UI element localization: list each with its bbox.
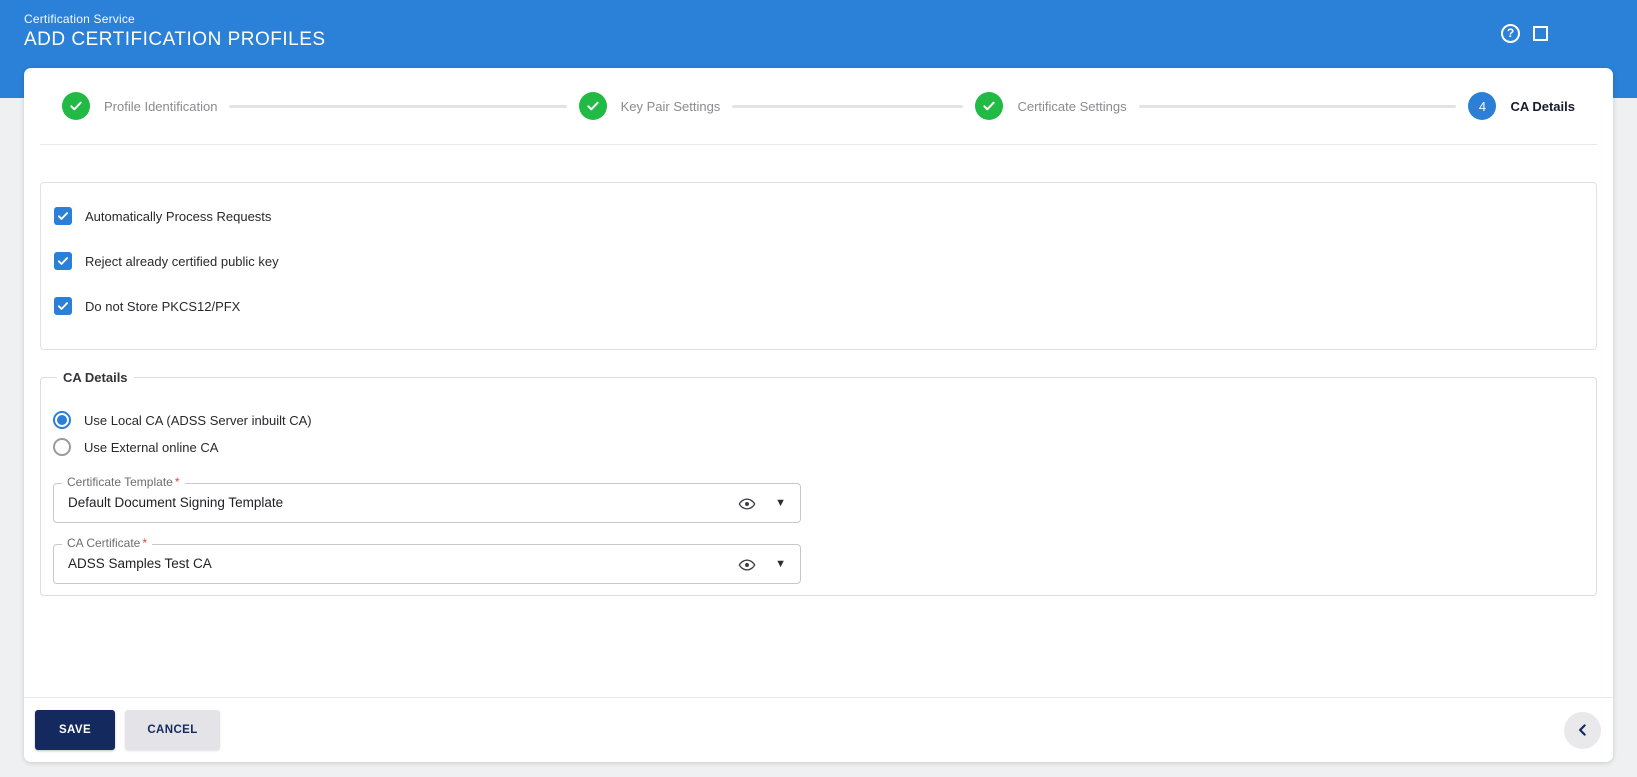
checkbox-reject-certified-key[interactable]: Reject already certified public key: [54, 252, 279, 270]
check-icon: [578, 92, 607, 120]
step-connector: [732, 104, 964, 108]
service-title: Certification Service: [24, 12, 135, 26]
header-actions: ?: [1501, 24, 1548, 43]
checkbox-no-store-pkcs12[interactable]: Do not Store PKCS12/PFX: [54, 297, 240, 315]
step-number-badge: 4: [1468, 92, 1497, 120]
step-label: CA Details: [1510, 98, 1575, 114]
radio-local-ca[interactable]: Use Local CA (ADSS Server inbuilt CA): [53, 411, 312, 429]
checkbox-checked-icon: [54, 252, 72, 270]
checkbox-checked-icon: [54, 297, 72, 315]
eye-icon[interactable]: [738, 556, 756, 574]
certificate-template-select[interactable]: Certificate Template * Default Document S…: [53, 475, 801, 523]
form-footer: SAVE CANCEL: [24, 697, 1613, 762]
selected-value: Default Document Signing Template: [68, 495, 284, 510]
checkbox-label: Do not Store PKCS12/PFX: [85, 298, 241, 314]
ca-certificate-select[interactable]: CA Certificate * ADSS Samples Test CA ▼: [53, 536, 801, 584]
maximize-icon[interactable]: [1533, 26, 1548, 41]
selected-value: ADSS Samples Test CA: [68, 556, 212, 571]
help-icon[interactable]: ?: [1501, 24, 1520, 43]
save-button[interactable]: SAVE: [35, 710, 115, 750]
radio-label: Use Local CA (ADSS Server inbuilt CA): [84, 412, 312, 428]
step-key-pair-settings[interactable]: Key Pair Settings: [578, 92, 721, 120]
check-icon: [975, 92, 1004, 120]
step-profile-identification[interactable]: Profile Identification: [62, 92, 217, 120]
radio-external-ca[interactable]: Use External online CA: [53, 438, 312, 456]
chevron-down-icon[interactable]: ▼: [775, 484, 786, 522]
step-ca-details[interactable]: 4 CA Details: [1468, 92, 1575, 120]
checkbox-label: Reject already certified public key: [85, 253, 279, 269]
page-title: ADD CERTIFICATION PROFILES: [24, 29, 326, 50]
step-connector: [1138, 104, 1457, 108]
ca-type-radio-group: Use Local CA (ADSS Server inbuilt CA) Us…: [53, 411, 312, 456]
radio-label: Use External online CA: [84, 439, 219, 455]
step-label: Key Pair Settings: [620, 98, 721, 114]
checkbox-label: Automatically Process Requests: [85, 208, 272, 224]
checkbox-auto-process-requests[interactable]: Automatically Process Requests: [54, 207, 271, 225]
chevron-down-icon[interactable]: ▼: [775, 545, 786, 583]
stepper: Profile Identification Key Pair Settings…: [40, 68, 1597, 145]
checkbox-checked-icon: [54, 207, 72, 225]
step-label: Profile Identification: [104, 98, 218, 114]
radio-unselected-icon: [53, 438, 71, 456]
step-connector: [229, 104, 567, 108]
step-certificate-settings[interactable]: Certificate Settings: [975, 92, 1127, 120]
check-icon: [62, 92, 90, 120]
radio-selected-icon: [53, 411, 71, 429]
options-panel: Automatically Process Requests Reject al…: [40, 182, 1597, 350]
collapse-panel-button[interactable]: [1564, 711, 1601, 749]
content-card: Profile Identification Key Pair Settings…: [24, 68, 1613, 762]
fieldset-legend: CA Details: [63, 370, 128, 385]
header-titles: Certification Service ADD CERTIFICATION …: [24, 12, 326, 51]
eye-icon[interactable]: [738, 495, 756, 513]
step-label: Certificate Settings: [1017, 98, 1127, 114]
cancel-button[interactable]: CANCEL: [125, 710, 220, 750]
chevron-left-icon: [1573, 720, 1593, 740]
ca-details-fieldset: CA Details Use Local CA (ADSS Server inb…: [40, 370, 1597, 596]
form-body: Automatically Process Requests Reject al…: [24, 145, 1613, 697]
